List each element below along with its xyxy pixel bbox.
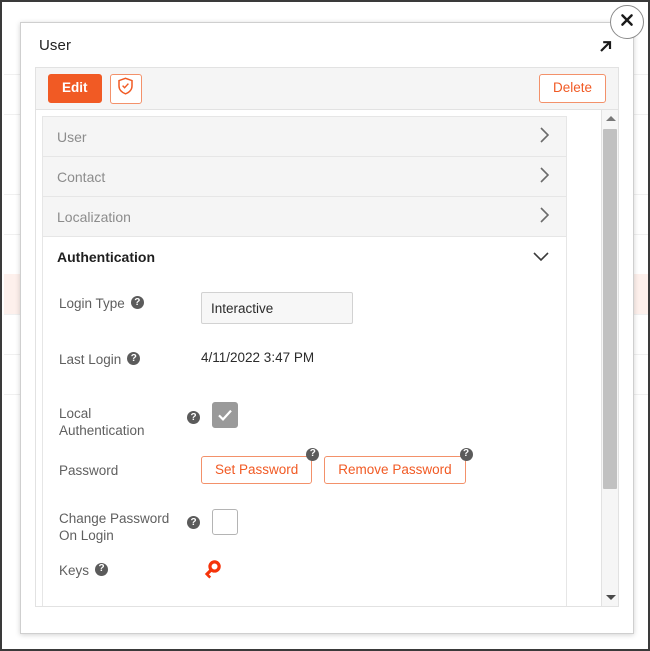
- key-icon[interactable]: [201, 558, 223, 583]
- help-icon[interactable]: ?: [131, 296, 144, 309]
- field-label: Local Authentication: [59, 402, 187, 439]
- accordion-scroll-region: User Contact Loc: [35, 109, 619, 607]
- section-label: User: [57, 129, 87, 145]
- user-detail-modal: User Edit Delete: [20, 22, 634, 634]
- sidebar-item-user[interactable]: User: [42, 116, 567, 156]
- local-authentication-checkbox[interactable]: [212, 402, 238, 428]
- section-label: Authentication: [57, 249, 155, 265]
- field-change-password-on-login: Change Password On Login ?: [43, 504, 566, 544]
- section-label: Contact: [57, 169, 105, 185]
- shield-check-icon: [117, 77, 134, 100]
- delete-button[interactable]: Delete: [539, 74, 606, 102]
- sidebar-item-localization[interactable]: Localization: [42, 196, 567, 236]
- field-keys: Keys ?: [43, 550, 566, 590]
- sidebar-item-authentication[interactable]: Authentication: [42, 236, 567, 276]
- scroll-up-arrow-icon[interactable]: [602, 110, 619, 127]
- last-login-value: 4/11/2022 3:47 PM: [201, 348, 314, 365]
- field-label: Change Password On Login: [59, 504, 187, 544]
- login-type-input[interactable]: Interactive: [201, 292, 353, 324]
- field-label: Keys ?: [59, 562, 201, 579]
- set-password-control: Set Password ?: [201, 456, 312, 484]
- help-icon[interactable]: ?: [187, 516, 200, 529]
- triangle-up-icon: [606, 116, 616, 121]
- field-last-login: Last Login ? 4/11/2022 3:47 PM: [43, 348, 566, 388]
- chevron-right-icon: [539, 206, 550, 227]
- accordion: User Contact Loc: [36, 110, 567, 607]
- help-icon[interactable]: ?: [95, 563, 108, 576]
- field-password: Password Set Password ? Remove Password …: [43, 450, 566, 490]
- remove-password-button[interactable]: Remove Password: [324, 456, 465, 484]
- vertical-scrollbar[interactable]: [601, 110, 618, 606]
- toolbar: Edit Delete: [35, 67, 619, 109]
- help-icon[interactable]: ?: [306, 448, 319, 461]
- chevron-down-icon: [532, 249, 550, 265]
- help-icon[interactable]: ?: [460, 448, 473, 461]
- scroll-down-arrow-icon[interactable]: [602, 589, 619, 606]
- edit-button[interactable]: Edit: [48, 74, 102, 102]
- set-password-button[interactable]: Set Password: [201, 456, 312, 484]
- chevron-right-icon: [539, 166, 550, 187]
- close-button[interactable]: [610, 5, 644, 39]
- help-icon[interactable]: ?: [127, 352, 140, 365]
- expand-arrow-icon[interactable]: [595, 37, 615, 57]
- sidebar-item-contact[interactable]: Contact: [42, 156, 567, 196]
- field-local-authentication: Local Authentication ?: [43, 402, 566, 442]
- triangle-down-icon: [606, 595, 616, 600]
- scrollbar-thumb[interactable]: [603, 129, 617, 489]
- authentication-section-body: Login Type ? Interactive Last Login ?: [42, 276, 567, 607]
- change-password-on-login-checkbox[interactable]: [212, 509, 238, 535]
- modal-header: User: [21, 23, 633, 67]
- section-label: Localization: [57, 209, 131, 225]
- close-icon: [619, 12, 635, 33]
- field-label: Last Login ?: [59, 348, 201, 368]
- page-title: User: [39, 37, 71, 54]
- remove-password-control: Remove Password ?: [324, 456, 465, 484]
- field-label: Login Type ?: [59, 292, 201, 312]
- field-login-type: Login Type ? Interactive: [43, 292, 566, 332]
- help-icon[interactable]: ?: [187, 411, 200, 424]
- screenshot-frame: User Edit Delete: [0, 0, 650, 651]
- field-label: Password: [59, 462, 201, 479]
- chevron-right-icon: [539, 126, 550, 147]
- shield-check-button[interactable]: [110, 74, 142, 104]
